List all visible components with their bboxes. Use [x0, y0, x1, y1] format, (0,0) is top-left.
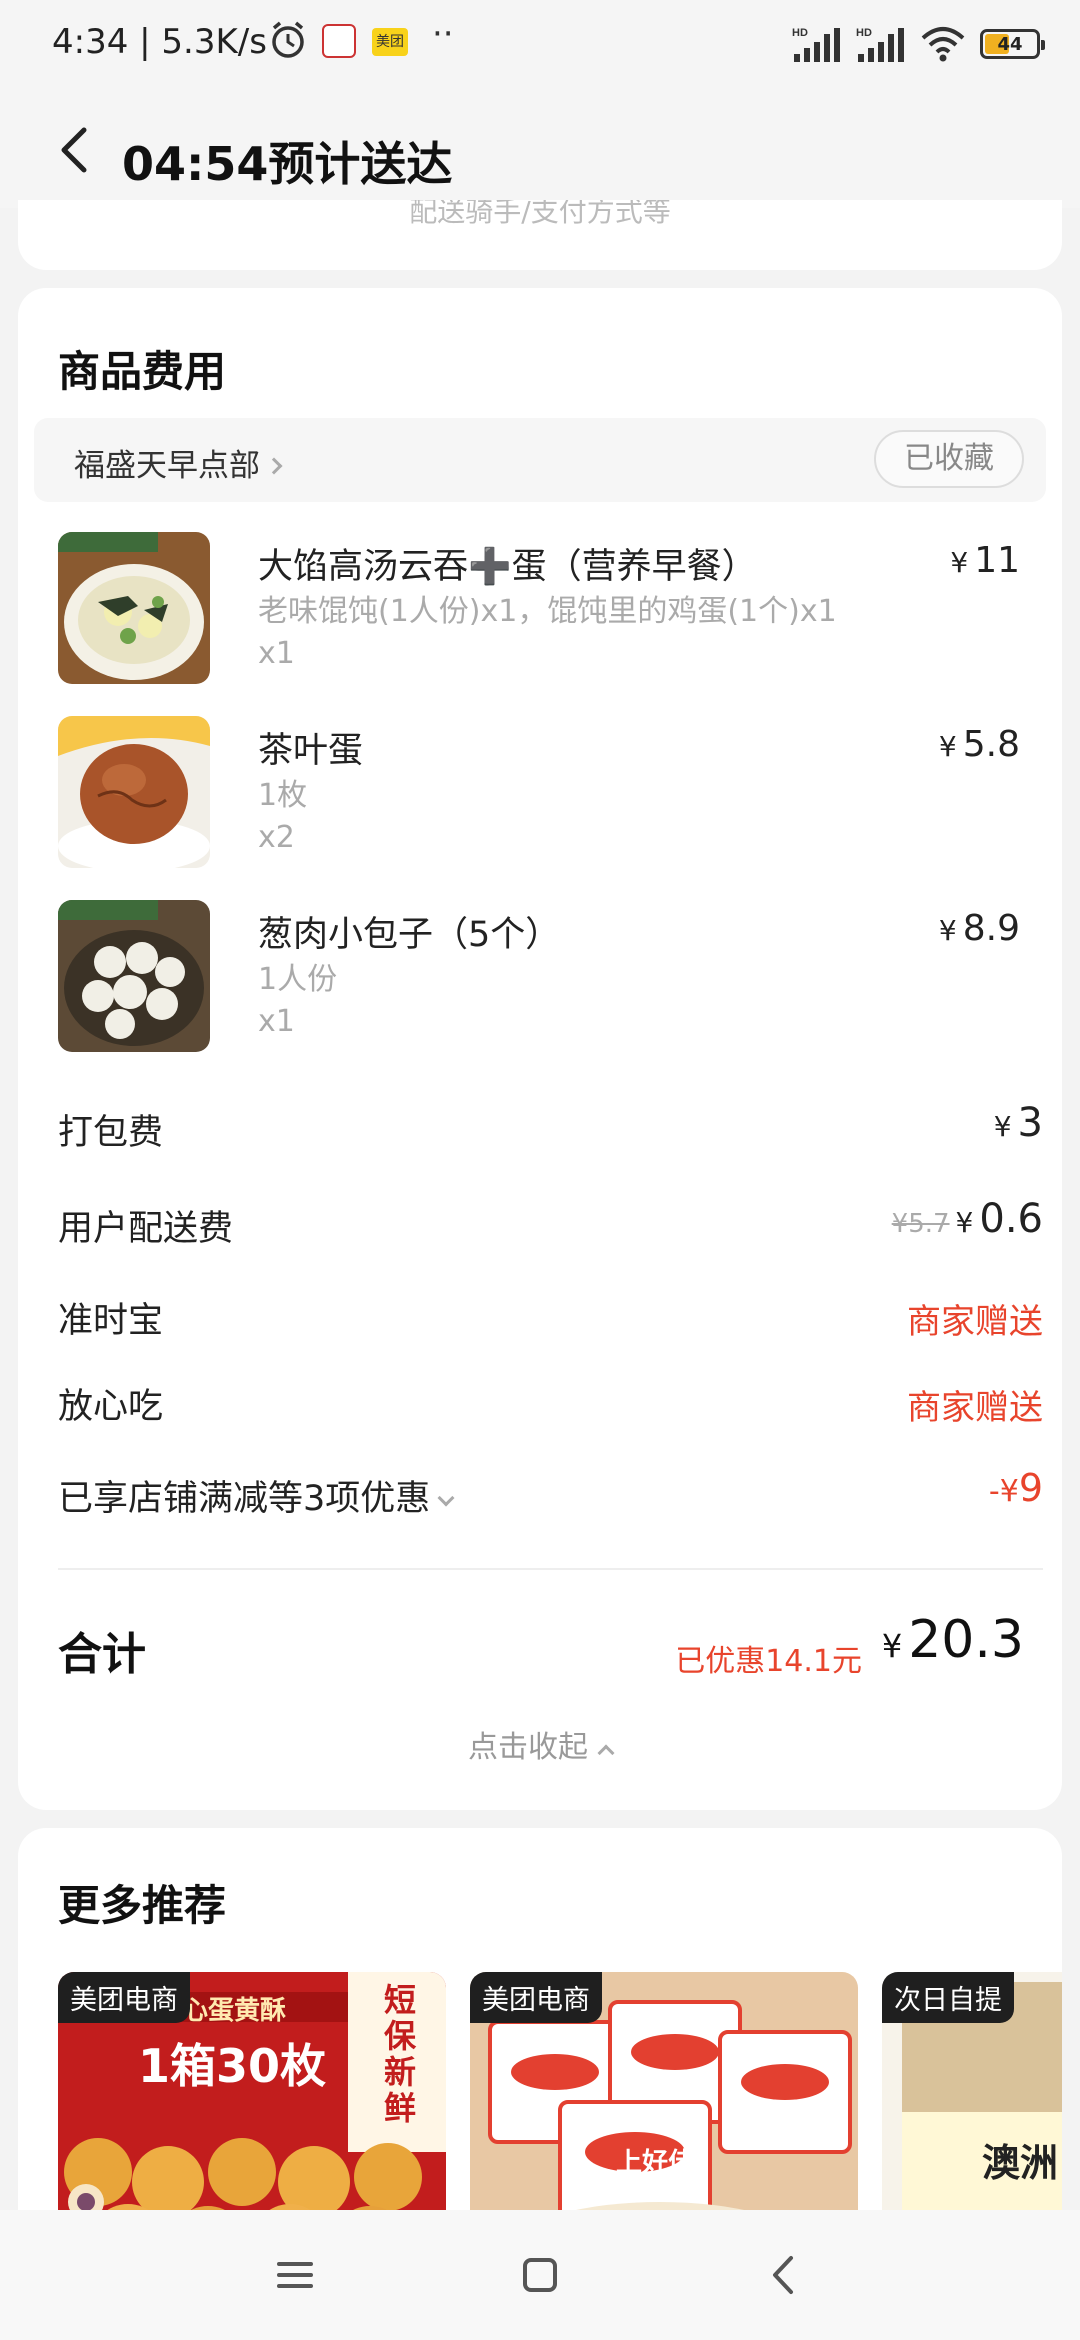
section-title: 商品费用 — [58, 347, 227, 396]
food-safety-value: 商家赠送 — [907, 1388, 1043, 1428]
item-name: 葱肉小包子（5个） — [258, 915, 561, 955]
status-time: 4:34 | 5.3K/s — [52, 22, 267, 62]
order-item[interactable]: 茶叶蛋 1枚 x2 ¥5.8 — [58, 716, 1038, 876]
recommend-tag: 次日自提 — [882, 1972, 1014, 2023]
divider — [58, 1568, 1043, 1570]
home-icon[interactable] — [510, 2250, 570, 2300]
item-price: ¥8.9 — [938, 908, 1020, 949]
banner-text: 上好佳 — [616, 2148, 695, 2178]
page-header: 04:54预计送达 — [0, 90, 1080, 208]
discount-row[interactable]: 已享店铺满减等3项优惠 -¥9 — [58, 1464, 1043, 1520]
packing-fee-value: ¥3 — [993, 1100, 1043, 1146]
item-spec: 1人份 — [258, 962, 338, 997]
discount-label[interactable]: 已享店铺满减等3项优惠 — [58, 1470, 455, 1521]
alarm-icon — [272, 21, 304, 58]
ontime-row: 准时宝 商家赠送 — [58, 1286, 1043, 1342]
discount-value: -¥9 — [988, 1466, 1043, 1510]
app-notification-icon — [322, 24, 356, 58]
collapse-button[interactable]: 点击收起 — [18, 1722, 1062, 1766]
favorite-button[interactable]: 已收藏 — [874, 430, 1024, 488]
chevron-up-icon — [597, 1744, 615, 1762]
item-spec: 老味馄饨(1人份)x1，馄饨里的鸡蛋(1个)x1 — [258, 594, 837, 629]
meituan-notification-icon: 美团 — [372, 28, 408, 56]
recommend-tag: 美团电商 — [58, 1972, 190, 2023]
menu-icon[interactable] — [265, 2250, 325, 2300]
delivery-fee-label: 用户配送费 — [58, 1209, 234, 1249]
tea-egg-image — [58, 716, 210, 868]
signal-icon: HD — [792, 27, 840, 62]
delivery-info-text: 配送骑手/支付方式等 — [409, 200, 671, 228]
food-safety-label: 放心吃 — [58, 1387, 164, 1427]
recommend-title: 更多推荐 — [58, 1881, 227, 1930]
banner-side-text: 短保新鲜 — [384, 1981, 417, 2127]
total-saved: 已优惠14.1元 — [675, 1644, 862, 1679]
order-fee-card: 商品费用 福盛天早点部 已收藏 大馅高汤云吞➕蛋（营养早餐） 老味馄饨(1人份)… — [18, 288, 1062, 1810]
banner-text: 澳洲 — [982, 2141, 1059, 2185]
chevron-down-icon — [437, 1489, 455, 1507]
shop-row[interactable]: 福盛天早点部 已收藏 — [34, 418, 1046, 502]
wifi-icon — [921, 27, 965, 62]
item-quantity: x1 — [258, 636, 295, 671]
ontime-label: 准时宝 — [58, 1301, 164, 1341]
banner-text: 1箱30枚 — [138, 2039, 327, 2093]
packing-fee-row: 打包费 ¥3 — [58, 1098, 1043, 1154]
item-spec: 1枚 — [258, 778, 308, 813]
item-name: 大馅高汤云吞➕蛋（营养早餐） — [258, 547, 757, 587]
delivery-info-card[interactable]: 配送骑手/支付方式等 — [18, 200, 1062, 270]
item-price: ¥5.8 — [938, 724, 1020, 765]
item-quantity: x2 — [258, 820, 295, 855]
recommend-item[interactable]: 美团电商 上好佳 — [470, 1972, 858, 2248]
steamed-buns-image — [58, 900, 210, 1052]
item-name: 茶叶蛋 — [258, 731, 364, 771]
wonton-soup-image — [58, 532, 210, 684]
item-price: ¥11 — [950, 540, 1020, 581]
chevron-right-icon — [265, 457, 283, 475]
packing-fee-label: 打包费 — [58, 1113, 164, 1153]
svg-text:HD: HD — [856, 27, 872, 39]
recommend-item[interactable]: 美团电商 雪媚娘夹心蛋黄酥 1箱30枚 短保新鲜 — [58, 1972, 446, 2248]
ontime-value: 商家赠送 — [907, 1302, 1043, 1342]
delivery-fee-original: ¥5.7 — [891, 1209, 950, 1239]
back-arrow-icon[interactable] — [50, 122, 100, 178]
shop-name[interactable]: 福盛天早点部 — [74, 440, 283, 485]
delivery-fee-row: 用户配送费 ¥5.7 ¥0.6 — [58, 1194, 1043, 1250]
battery-icon: 44 — [980, 29, 1045, 59]
order-item[interactable]: 大馅高汤云吞➕蛋（营养早餐） 老味馄饨(1人份)x1，馄饨里的鸡蛋(1个)x1 … — [58, 532, 1038, 692]
signal-icon-2: HD — [856, 27, 904, 62]
item-quantity: x1 — [258, 1004, 295, 1039]
back-icon[interactable] — [755, 2250, 815, 2300]
food-safety-row: 放心吃 商家赠送 — [58, 1372, 1043, 1428]
more-notifications-icon: ·· — [432, 14, 454, 54]
battery-level: 44 — [997, 33, 1023, 55]
system-nav-bar — [0, 2210, 1080, 2340]
delivery-fee-value: ¥5.7 ¥0.6 — [891, 1196, 1043, 1242]
svg-text:HD: HD — [792, 27, 808, 39]
total-label: 合计 — [58, 1629, 146, 1680]
recommend-card: 更多推荐 美团电商 雪媚娘夹心蛋黄酥 1箱30枚 短保新鲜 美团电商 — [18, 1828, 1062, 2248]
recommend-item[interactable]: 次日自提 澳洲 — [882, 1972, 1062, 2248]
total-value: ¥20.3 — [881, 1610, 1024, 1670]
page-title: 04:54预计送达 — [122, 137, 453, 191]
status-bar: 4:34 | 5.3K/s 美团 ·· HD HD 44 — [0, 0, 1080, 90]
order-item[interactable]: 葱肉小包子（5个） 1人份 x1 ¥8.9 — [58, 900, 1038, 1060]
recommend-tag: 美团电商 — [470, 1972, 602, 2023]
